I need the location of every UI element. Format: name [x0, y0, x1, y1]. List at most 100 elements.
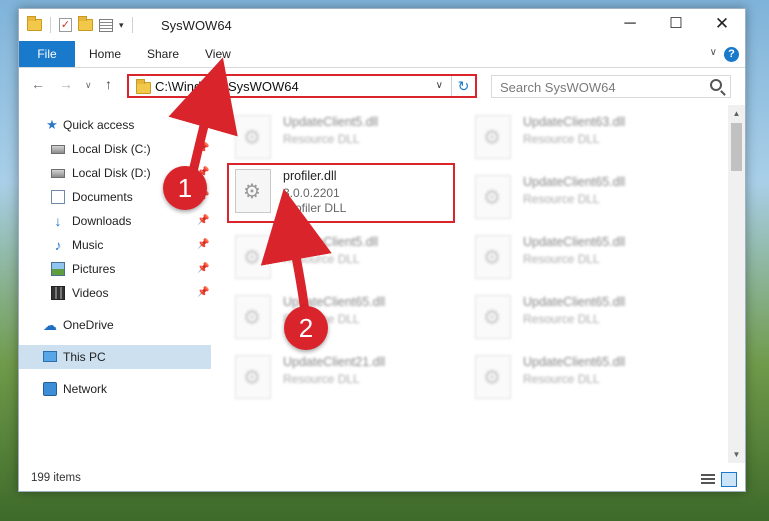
address-dropdown-icon[interactable]: ∨	[436, 80, 443, 91]
tab-view[interactable]: View	[205, 41, 231, 67]
pin-icon[interactable]: 📌	[197, 257, 209, 281]
dll-file-icon	[235, 295, 271, 339]
sidebar-item-this-pc[interactable]: This PC	[19, 345, 211, 369]
file-description: Resource DLL	[523, 312, 600, 326]
search-placeholder: Search SysWOW64	[500, 80, 616, 95]
scroll-thumb[interactable]	[731, 123, 742, 171]
file-name: UpdateClient5.dll	[283, 235, 379, 249]
sidebar-item-music[interactable]: ♪ Music 📌	[19, 233, 211, 257]
file-item[interactable]: UpdateClient65.dll Resource DLL	[471, 353, 691, 405]
file-name: UpdateClient65.dll	[523, 235, 626, 249]
tiles-view-icon[interactable]	[721, 472, 737, 487]
sidebar-item-label: This PC	[63, 350, 106, 364]
explorer-window: ✓ ▾ SysWOW64 ─ ☐ ✕ File Home Share View …	[18, 8, 746, 492]
vertical-scrollbar[interactable]: ▲ ▼	[728, 105, 745, 463]
sidebar-item-label: Pictures	[72, 262, 116, 276]
divider	[131, 17, 133, 33]
file-description: Resource DLL	[523, 192, 600, 206]
sidebar-item-pictures[interactable]: Pictures 📌	[19, 257, 211, 281]
minimize-button[interactable]: ─	[607, 9, 653, 40]
folder-icon	[27, 16, 42, 31]
file-description: Resource DLL	[523, 372, 600, 386]
sidebar-item-label: Local Disk (D:)	[72, 166, 151, 180]
file-list: UpdateClient5.dll Resource DLL UpdateCli…	[227, 105, 727, 463]
file-name: UpdateClient5.dll	[283, 115, 379, 129]
sidebar-item-onedrive[interactable]: ☁ OneDrive	[19, 313, 211, 337]
help-icon[interactable]: ?	[724, 47, 739, 62]
documents-icon	[51, 190, 65, 204]
drive-icon	[51, 169, 65, 178]
file-description: Resource DLL	[283, 252, 360, 266]
file-item[interactable]: UpdateClient65.dll Resource DLL	[471, 173, 691, 225]
drive-icon	[51, 145, 65, 154]
search-input[interactable]: Search SysWOW64	[491, 75, 731, 98]
dll-file-icon	[235, 355, 271, 399]
file-name: UpdateClient65.dll	[523, 295, 626, 309]
file-item[interactable]: UpdateClient65.dll Resource DLL	[231, 293, 451, 345]
file-item-profiler-dll[interactable]: profiler.dll 3.0.0.2201 Profiler DLL	[231, 167, 451, 219]
window-title: SysWOW64	[161, 18, 232, 33]
sidebar-item-label: OneDrive	[63, 318, 114, 332]
file-item[interactable]: UpdateClient21.dll Resource DLL	[231, 353, 451, 405]
title-bar: ✓ ▾ SysWOW64 ─ ☐ ✕	[19, 9, 745, 41]
file-name: profiler.dll	[283, 169, 337, 183]
customize-toolbar-icon[interactable]: ▾	[119, 20, 124, 31]
dll-file-icon	[235, 115, 271, 159]
tab-home[interactable]: Home	[89, 41, 121, 67]
sidebar-item-quick-access[interactable]: ★ Quick access	[19, 113, 211, 137]
file-description: Resource DLL	[283, 372, 360, 386]
sidebar-item-label: Music	[72, 238, 104, 252]
callout-step-1: 1	[163, 166, 207, 210]
sidebar-item-downloads[interactable]: ↓ Downloads 📌	[19, 209, 211, 233]
sidebar-item-local-disk-c[interactable]: Local Disk (C:) 📌	[19, 137, 211, 161]
dll-file-icon	[235, 235, 271, 279]
pin-icon[interactable]: 📌	[197, 233, 209, 257]
computer-icon	[43, 351, 57, 362]
address-bar[interactable]: C:\Windows\SysWOW64 ∨ ↻	[127, 74, 477, 98]
file-item[interactable]: UpdateClient65.dll Resource DLL	[471, 293, 691, 345]
maximize-button[interactable]: ☐	[653, 9, 699, 40]
pin-icon[interactable]: 📌	[197, 137, 209, 161]
tab-file[interactable]: File	[19, 41, 75, 67]
status-bar: 199 items	[19, 469, 745, 491]
address-row: ← → ∨ ↑ C:\Windows\SysWOW64 ∨ ↻ Search S…	[19, 69, 745, 101]
properties-icon[interactable]	[99, 18, 113, 32]
scroll-up-icon[interactable]: ▲	[728, 105, 745, 122]
tab-share[interactable]: Share	[147, 41, 179, 67]
downloads-icon: ↓	[54, 213, 62, 229]
dll-file-icon	[475, 175, 511, 219]
sidebar-item-label: Network	[63, 382, 108, 396]
dll-file-icon	[475, 295, 511, 339]
refresh-button[interactable]: ↻	[451, 76, 475, 96]
forward-button[interactable]: →	[59, 76, 73, 92]
details-view-icon[interactable]	[701, 474, 715, 486]
new-folder-icon[interactable]	[78, 16, 93, 31]
ribbon-tabs: File Home Share View ∨ ?	[19, 41, 745, 68]
recent-locations-button[interactable]: ∨	[85, 80, 92, 91]
file-item[interactable]: UpdateClient5.dll Resource DLL	[231, 233, 451, 285]
divider	[50, 17, 51, 33]
close-button[interactable]: ✕	[699, 9, 745, 40]
music-icon: ♪	[54, 237, 62, 253]
dll-file-icon	[475, 355, 511, 399]
sidebar-item-label: Local Disk (C:)	[72, 142, 151, 156]
up-button[interactable]: ↑	[105, 76, 112, 92]
scroll-down-icon[interactable]: ▼	[728, 446, 745, 463]
sidebar-item-network[interactable]: Network	[19, 377, 211, 401]
pin-icon[interactable]: 📌	[197, 281, 209, 305]
file-version: 3.0.0.2201	[283, 186, 340, 200]
sidebar-item-videos[interactable]: Videos 📌	[19, 281, 211, 305]
file-item[interactable]: UpdateClient63.dll Resource DLL	[471, 113, 691, 165]
address-path[interactable]: C:\Windows\SysWOW64	[155, 79, 299, 94]
onedrive-icon: ☁	[43, 317, 57, 333]
properties-check-icon[interactable]: ✓	[59, 18, 72, 32]
back-button[interactable]: ←	[31, 76, 45, 92]
sidebar-item-label: Documents	[72, 190, 133, 204]
pin-icon[interactable]: 📌	[197, 209, 209, 233]
file-item[interactable]: UpdateClient5.dll Resource DLL	[231, 113, 451, 165]
expand-ribbon-icon[interactable]: ∨	[710, 47, 717, 58]
file-item[interactable]: UpdateClient65.dll Resource DLL	[471, 233, 691, 285]
star-icon: ★	[46, 117, 58, 132]
videos-icon	[51, 286, 65, 300]
item-count: 199 items	[31, 472, 81, 484]
